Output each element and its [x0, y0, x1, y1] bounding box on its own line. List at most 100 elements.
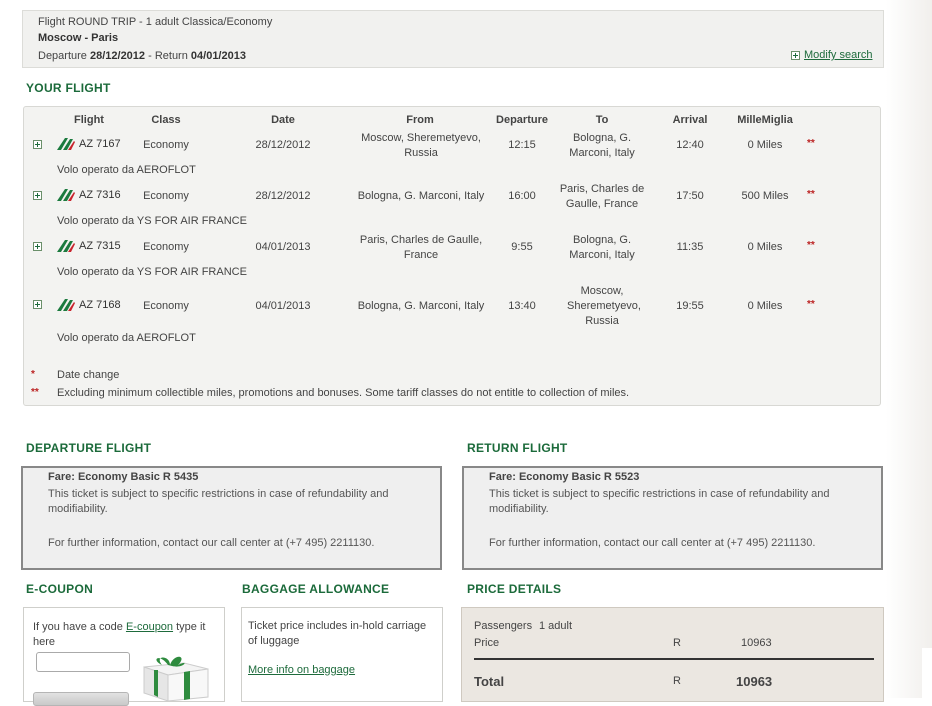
header-flight: Flight: [74, 114, 104, 126]
trip-type: Flight ROUND TRIP - 1 adult Classica/Eco…: [38, 16, 273, 28]
return-fare-box: Fare: Economy Basic R 5523 This ticket i…: [462, 466, 883, 570]
your-flight-title: YOUR FLIGHT: [26, 81, 111, 95]
header-class: Class: [151, 114, 181, 126]
departure-label: Departure: [38, 50, 87, 62]
flight-departure-time: 9:55: [511, 241, 533, 253]
flight-date: 28/12/2012: [255, 190, 311, 202]
total-value: 10963: [736, 674, 773, 689]
note-miles: Excluding minimum collectible miles, pro…: [57, 387, 630, 399]
passengers-label: Passengers: [474, 620, 533, 632]
fare-title: Fare: Economy Basic R 5523: [489, 471, 640, 483]
fare-restrictions: This ticket is subject to specific restr…: [489, 488, 830, 515]
flight-class: Economy: [143, 139, 189, 151]
modify-search-button[interactable]: Modify search: [791, 49, 872, 61]
flight-number: AZ 7316: [57, 189, 121, 201]
flight-class: Economy: [143, 190, 189, 202]
flight-arrival-time: 12:40: [676, 139, 704, 151]
flight-summary: Flight ROUND TRIP - 1 adult Classica/Eco…: [22, 10, 884, 68]
flight-departure-time: 16:00: [508, 190, 536, 202]
departure-fare-box: Fare: Economy Basic R 5435 This ticket i…: [21, 466, 442, 570]
flight-miles: 0 Miles: [747, 300, 783, 312]
departure-date: 28/12/2012: [89, 50, 146, 62]
baggage-info: Ticket price includes in-hold carriage o…: [248, 620, 427, 647]
modify-search-link[interactable]: Modify search: [804, 49, 872, 61]
ecoupon-instructions: If you have a code E-coupon type it here: [33, 621, 206, 648]
flight-arrival-time: 19:55: [676, 300, 704, 312]
flight-miles: 0 Miles: [747, 139, 783, 151]
miles-note-marker: **: [807, 240, 815, 251]
note-marker: **: [31, 387, 39, 398]
alitalia-logo-icon: [57, 299, 75, 311]
header-departure: Departure: [496, 114, 548, 126]
passengers-value: 1 adult: [539, 620, 573, 632]
ecoupon-title: E-COUPON: [26, 582, 94, 596]
apply-ecoupon-button[interactable]: [33, 692, 129, 706]
flight-number: AZ 7315: [57, 240, 121, 252]
gift-icon: [140, 653, 210, 704]
ecoupon-box: If you have a code E-coupon type it here: [23, 607, 225, 706]
alitalia-logo-icon: [57, 240, 75, 252]
note-date-change: Date change: [57, 369, 120, 381]
header-date: Date: [271, 114, 295, 126]
flight-date: 28/12/2012: [255, 139, 311, 151]
page-background-corner: [922, 648, 932, 698]
flight-to: Bologna, G. Marconi, Italy: [569, 132, 635, 159]
fare-call-center: For further information, contact our cal…: [48, 537, 375, 549]
price-value: 10963: [741, 637, 772, 649]
expand-row-plus-icon[interactable]: [33, 140, 42, 149]
flight-miles: 500 Miles: [741, 190, 789, 202]
operated-by: Volo operato da YS FOR AIR FRANCE: [57, 215, 247, 227]
miles-note-marker: **: [807, 189, 815, 200]
note-marker: *: [31, 369, 35, 380]
flight-date: 04/01/2013: [255, 241, 311, 253]
departure-flight-title: DEPARTURE FLIGHT: [26, 441, 152, 455]
operated-by: Volo operato da AEROFLOT: [57, 332, 196, 344]
alitalia-logo-icon: [57, 189, 75, 201]
flight-date: 04/01/2013: [255, 300, 311, 312]
travel-dates: Departure 28/12/2012 - Return 04/01/2013: [38, 50, 246, 62]
flight-to: Paris, Charles de Gaulle, France: [559, 183, 645, 210]
fare-title: Fare: Economy Basic R 5435: [48, 471, 199, 483]
return-date: 04/01/2013: [190, 50, 246, 62]
price-label: Price: [474, 637, 500, 649]
header-millemiglia: MilleMiglia: [737, 114, 793, 126]
ecoupon-link[interactable]: E-coupon: [126, 621, 173, 633]
flight-from: Paris, Charles de Gaulle, France: [359, 234, 483, 261]
flight-departure-time: 12:15: [508, 139, 536, 151]
page-background-fade: [886, 0, 932, 698]
ecoupon-code-input[interactable]: [36, 652, 130, 672]
price-details-title: PRICE DETAILS: [467, 582, 562, 596]
baggage-title: BAGGAGE ALLOWANCE: [242, 582, 390, 596]
flight-class: Economy: [143, 300, 189, 312]
flight-miles: 0 Miles: [747, 241, 783, 253]
fare-restrictions: This ticket is subject to specific restr…: [48, 488, 389, 515]
fare-call-center: For further information, contact our cal…: [489, 537, 816, 549]
expand-row-plus-icon[interactable]: [33, 300, 42, 309]
flight-departure-time: 13:40: [508, 300, 536, 312]
flight-to: Bologna, G. Marconi, Italy: [569, 234, 635, 261]
baggage-info-link[interactable]: More info on baggage: [248, 664, 355, 676]
return-flight-title: RETURN FLIGHT: [467, 441, 568, 455]
total-currency: R: [673, 675, 681, 687]
return-label: - Return: [145, 50, 191, 62]
route: Moscow - Paris: [38, 32, 119, 44]
expand-row-plus-icon[interactable]: [33, 191, 42, 200]
operated-by: Volo operato da YS FOR AIR FRANCE: [57, 266, 247, 278]
flight-number: AZ 7167: [57, 138, 121, 150]
price-currency: R: [673, 637, 681, 649]
plus-icon: [791, 50, 800, 60]
flight-class: Economy: [143, 241, 189, 253]
price-divider: [474, 658, 874, 660]
miles-note-marker: **: [807, 138, 815, 149]
alitalia-logo-icon: [57, 138, 75, 150]
flight-from: Bologna, G. Marconi, Italy: [357, 190, 485, 202]
flight-to: Moscow, Sheremetyevo, Russia: [567, 285, 641, 327]
flight-from: Bologna, G. Marconi, Italy: [357, 300, 485, 312]
expand-row-plus-icon[interactable]: [33, 242, 42, 251]
flight-arrival-time: 11:35: [676, 241, 704, 253]
header-to: To: [595, 114, 609, 126]
total-label: Total: [474, 674, 505, 689]
operated-by: Volo operato da AEROFLOT: [57, 164, 196, 176]
flight-from: Moscow, Sheremetyevo, Russia: [361, 132, 481, 159]
header-from: From: [406, 114, 434, 126]
